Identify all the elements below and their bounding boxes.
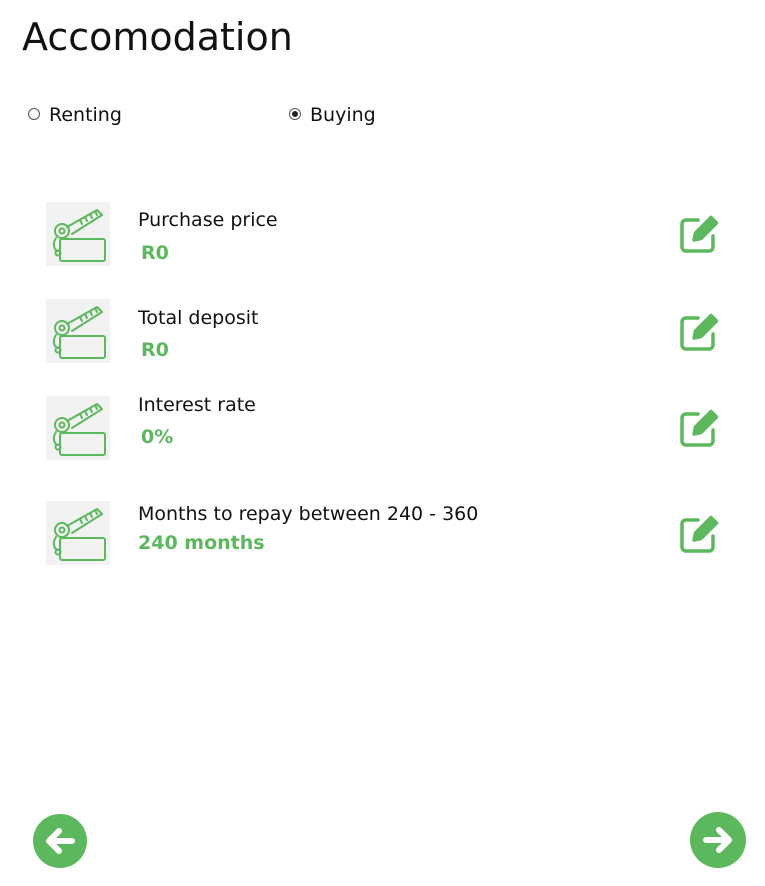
next-button[interactable] [690, 812, 746, 868]
edit-icon[interactable] [678, 310, 720, 352]
field-interest-rate: Interest rate 0% [46, 394, 726, 462]
radio-renting[interactable]: Renting [28, 102, 122, 128]
field-purchase-price: Purchase price R0 [46, 202, 726, 268]
arrow-right-icon [690, 812, 746, 868]
radio-renting-circle[interactable] [28, 108, 40, 120]
field-value: 240 months [138, 532, 265, 554]
radio-buying[interactable]: Buying [289, 102, 376, 128]
radio-selected-dot [292, 111, 298, 117]
key-tag-icon [46, 299, 110, 363]
edit-icon[interactable] [678, 512, 720, 554]
field-label: Purchase price [138, 209, 278, 231]
page-title: Accomodation [22, 15, 293, 59]
key-tag-icon [46, 501, 110, 565]
edit-icon[interactable] [678, 406, 720, 448]
field-label: Interest rate [138, 394, 256, 416]
field-total-deposit: Total deposit R0 [46, 299, 726, 365]
field-value: R0 [141, 339, 169, 361]
field-value: R0 [141, 242, 169, 264]
key-tag-icon [46, 202, 110, 266]
radio-renting-label: Renting [49, 104, 122, 126]
edit-icon[interactable] [678, 212, 720, 254]
field-months-to-repay: Months to repay between 240 - 360 240 mo… [46, 501, 726, 567]
radio-buying-circle[interactable] [289, 108, 301, 120]
arrow-left-icon [33, 814, 87, 868]
back-button[interactable] [33, 814, 87, 868]
radio-buying-label: Buying [310, 104, 376, 126]
field-label: Total deposit [138, 307, 259, 329]
field-label: Months to repay between 240 - 360 [138, 503, 479, 525]
key-tag-icon [46, 396, 110, 460]
field-value: 0% [141, 426, 174, 448]
